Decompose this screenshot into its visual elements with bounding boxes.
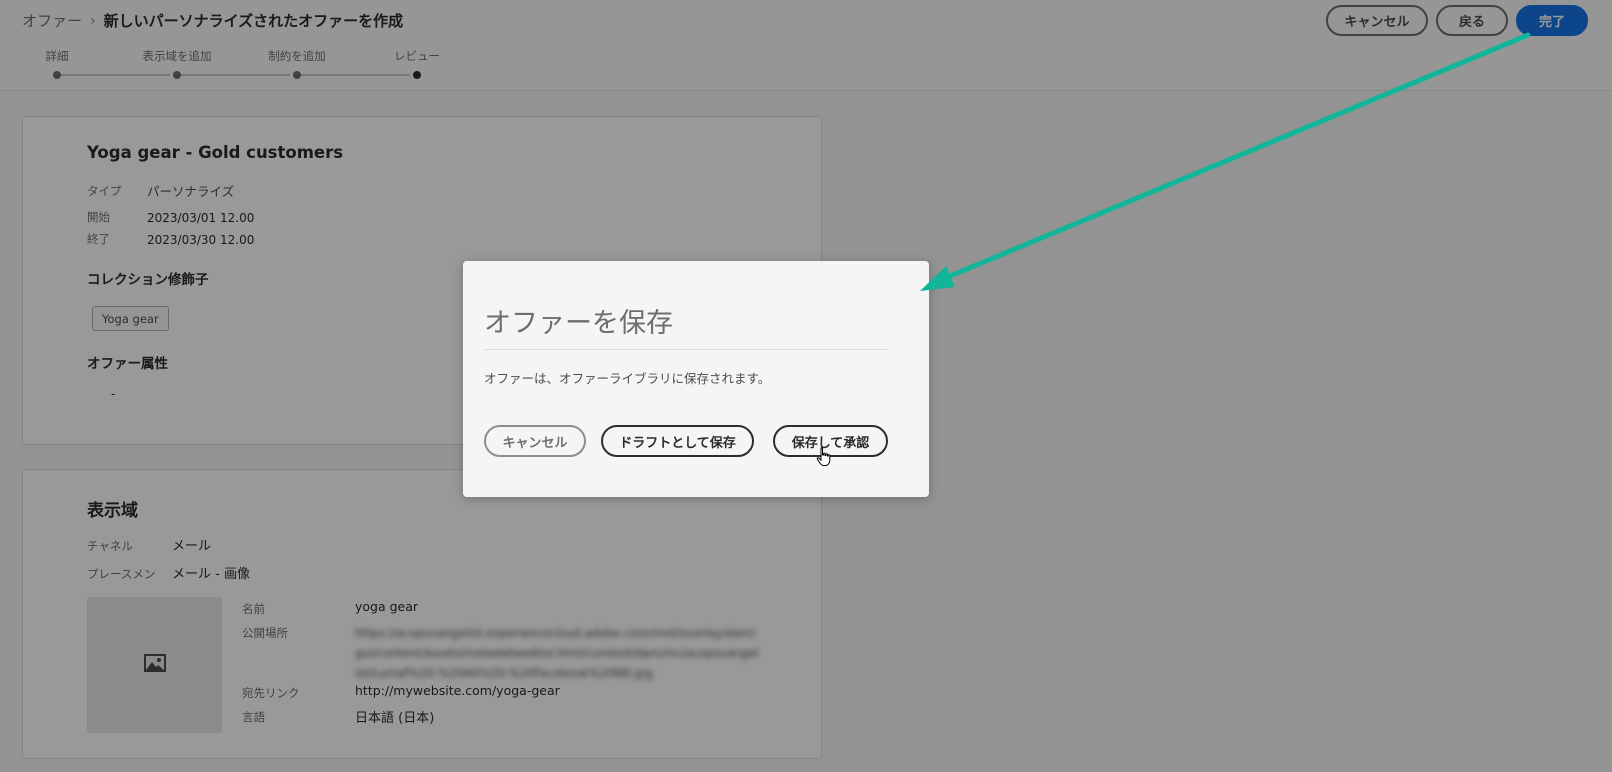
annotation-arrow bbox=[920, 32, 1531, 291]
